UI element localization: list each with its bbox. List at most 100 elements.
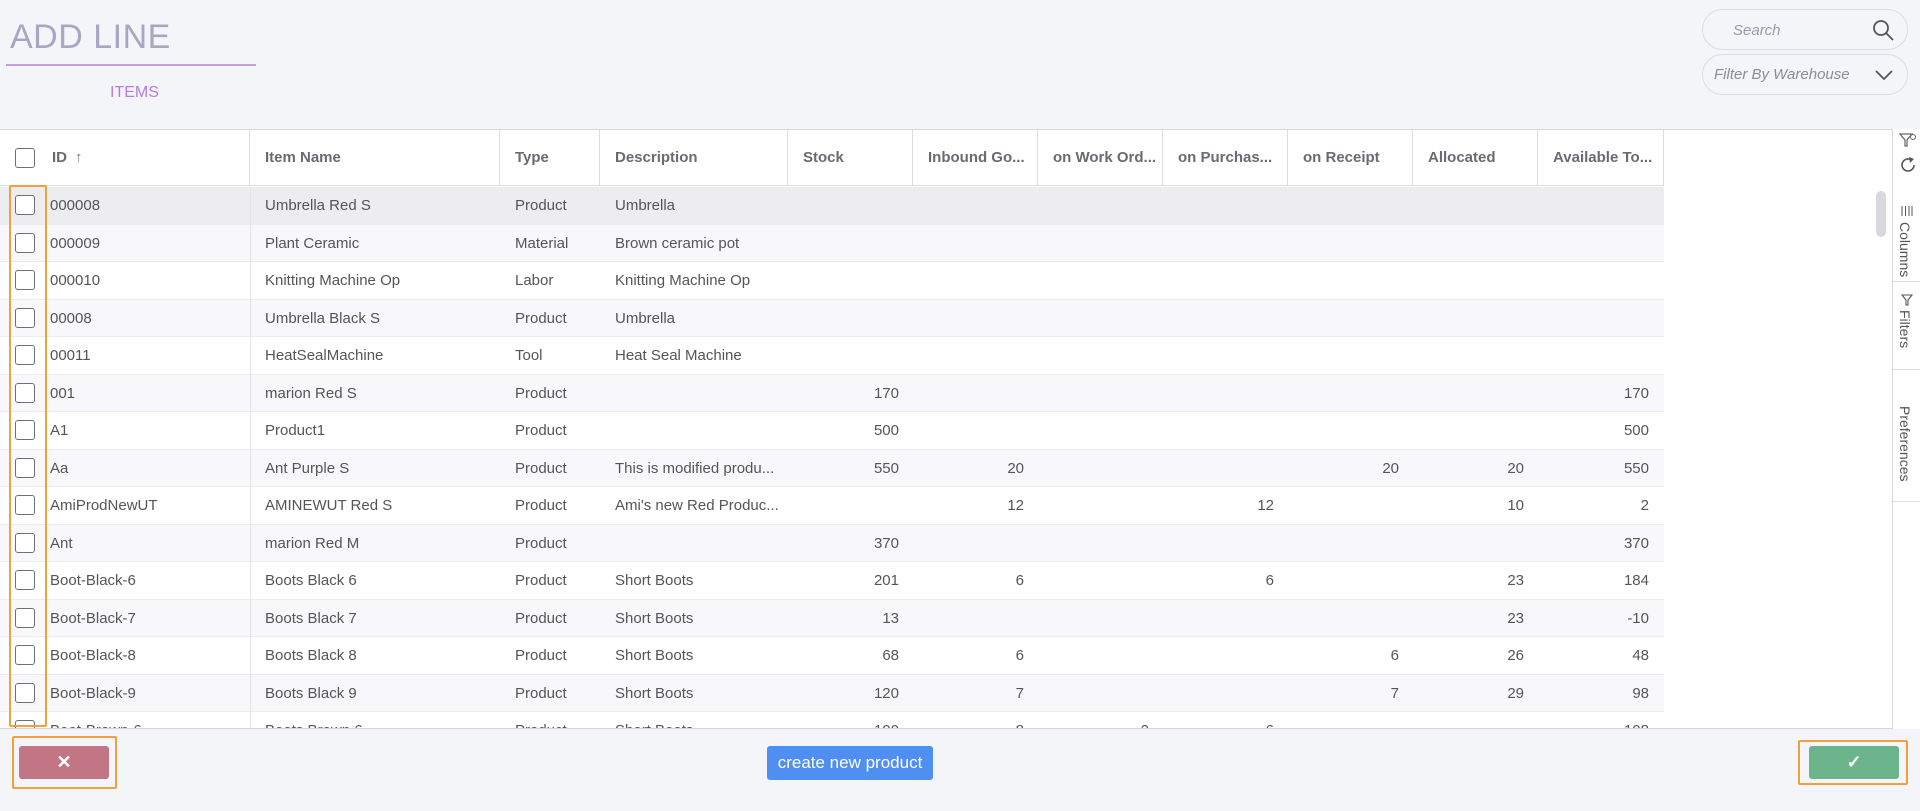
cell-stock: 550 [873,459,899,477]
cell-name: Knitting Machine Op [265,272,401,289]
refresh-icon[interactable] [1898,155,1918,175]
cell-stock: 170 [873,384,899,402]
cell-desc: This is modified produ... [615,459,775,477]
cell-inbound: 7 [1015,684,1024,702]
row-checkbox[interactable] [15,532,35,553]
row-checkbox[interactable] [15,570,35,590]
column-header-inbound-goods[interactable]: Inbound Go... [913,130,1038,186]
row-checkbox[interactable] [15,420,35,440]
cell-id: AmiProdNewUT [50,497,158,514]
cell-desc: Short Boots [615,572,694,589]
cell-allocated: 23 [1507,572,1524,589]
row-checkbox[interactable] [15,270,35,290]
page-title: ADD LINE [10,18,171,56]
cell-desc: Short Boots [615,712,780,728]
cell-name: HeatSealMachine [265,347,384,364]
cell-stock: 370 [873,534,899,552]
cell-receipt: 6 [1390,647,1399,664]
row-checkbox[interactable] [15,382,35,403]
cell-id: A1 [50,422,69,439]
side-tab-columns[interactable]: Columns [1893,194,1920,282]
filter-clear-icon[interactable] [1899,133,1917,149]
cell-desc: Short Boots [615,647,694,664]
cell-type: Product [515,197,567,214]
cell-type: Product [515,684,567,702]
cell-available: 500 [1623,422,1649,439]
select-all-checkbox[interactable] [15,148,35,168]
confirm-button[interactable]: ✓ [1809,746,1899,779]
column-header-on-purchase[interactable]: on Purchas... [1163,130,1288,186]
search-input[interactable] [1733,20,1873,40]
cell-stock: 13 [882,609,899,627]
cell-type: Product [515,309,567,327]
column-header-on-work-order[interactable]: on Work Ord... [1038,130,1163,186]
column-header-id[interactable]: ID ↑ [0,130,250,186]
row-checkbox[interactable] [15,682,35,703]
cell-allocated: 29 [1507,684,1524,702]
cell-id: 000009 [50,234,101,252]
search-box[interactable] [1702,9,1908,50]
cell-purchase: 6 [1163,712,1274,728]
cell-stock: 68 [882,647,899,664]
column-header-allocated[interactable]: Allocated [1413,130,1538,186]
search-icon[interactable] [1871,18,1895,42]
column-header-on-receipt[interactable]: on Receipt [1288,130,1413,186]
cell-workorder: 2 [1038,712,1149,728]
row-checkbox[interactable] [15,645,35,665]
cell-name: Ant Purple S [265,459,350,477]
cell-allocated: 23 [1507,609,1524,627]
cell-name: Product1 [265,422,326,439]
side-tab-columns-label: Columns [1897,222,1913,278]
row-checkbox[interactable] [15,232,35,253]
side-tab-preferences-label: Preferences [1897,406,1913,482]
cell-type: Product [515,534,567,552]
warehouse-filter-select[interactable]: Filter By Warehouse [1702,54,1908,95]
row-checkbox[interactable] [15,307,35,328]
side-tab-preferences[interactable]: Preferences [1893,370,1920,502]
sort-ascending-icon[interactable]: ↑ [75,149,83,166]
side-tab-filters[interactable]: Filters [1893,282,1920,370]
row-checkbox[interactable] [15,607,35,628]
column-header-available-to[interactable]: Available To... [1538,130,1664,186]
vertical-scrollbar[interactable] [1876,191,1886,237]
cell-available: 108 [1538,712,1649,728]
cell-type: Product [515,384,567,402]
chevron-down-icon[interactable] [1873,65,1895,85]
cell-type: Product [515,609,567,627]
cell-inbound: 8 [913,712,1024,728]
cell-available: 370 [1623,534,1649,552]
column-header-stock[interactable]: Stock [788,130,913,186]
row-checkbox[interactable] [15,345,35,365]
cell-name: Umbrella Black S [265,309,381,327]
cell-receipt: 20 [1382,459,1399,477]
cell-name: Boots Brown 6 [265,712,490,728]
cell-receipt: 7 [1390,684,1399,702]
column-header-description[interactable]: Description [600,130,788,186]
cell-stock: 201 [873,572,899,589]
column-header-id-label: ID [52,149,67,166]
cell-name: marion Red S [265,384,357,402]
cell-name: marion Red M [265,534,360,552]
create-new-product-button[interactable]: create new product [767,746,933,780]
cell-stock: 120 [873,684,899,702]
cell-name: Boots Black 7 [265,609,357,627]
cell-id: 00011 [50,347,91,364]
column-header-item-name[interactable]: Item Name [250,130,500,186]
cancel-button[interactable]: ✕ [19,746,109,779]
column-header-type[interactable]: Type [500,130,600,186]
cell-desc: Knitting Machine Op [615,272,751,289]
tab-items[interactable]: ITEMS [110,84,159,102]
row-checkbox[interactable] [15,495,35,515]
row-checkbox[interactable] [15,195,35,215]
grid-header: ID ↑ Item Name Type Description Stock Inb… [0,130,1664,186]
cell-purchase: 6 [1265,572,1274,589]
row-checkbox[interactable] [15,720,35,728]
row-checkbox[interactable] [15,457,35,478]
side-panel: Columns Filters Preferences [1892,129,1920,729]
cell-available: 170 [1623,384,1649,402]
cell-name: Plant Ceramic [265,234,360,252]
cell-id: 000010 [50,272,101,289]
cell-desc: Short Boots [615,684,694,702]
items-grid: ID ↑ Item Name Type Description Stock Inb… [0,129,1892,729]
cell-name: Boots Black 6 [265,572,357,589]
